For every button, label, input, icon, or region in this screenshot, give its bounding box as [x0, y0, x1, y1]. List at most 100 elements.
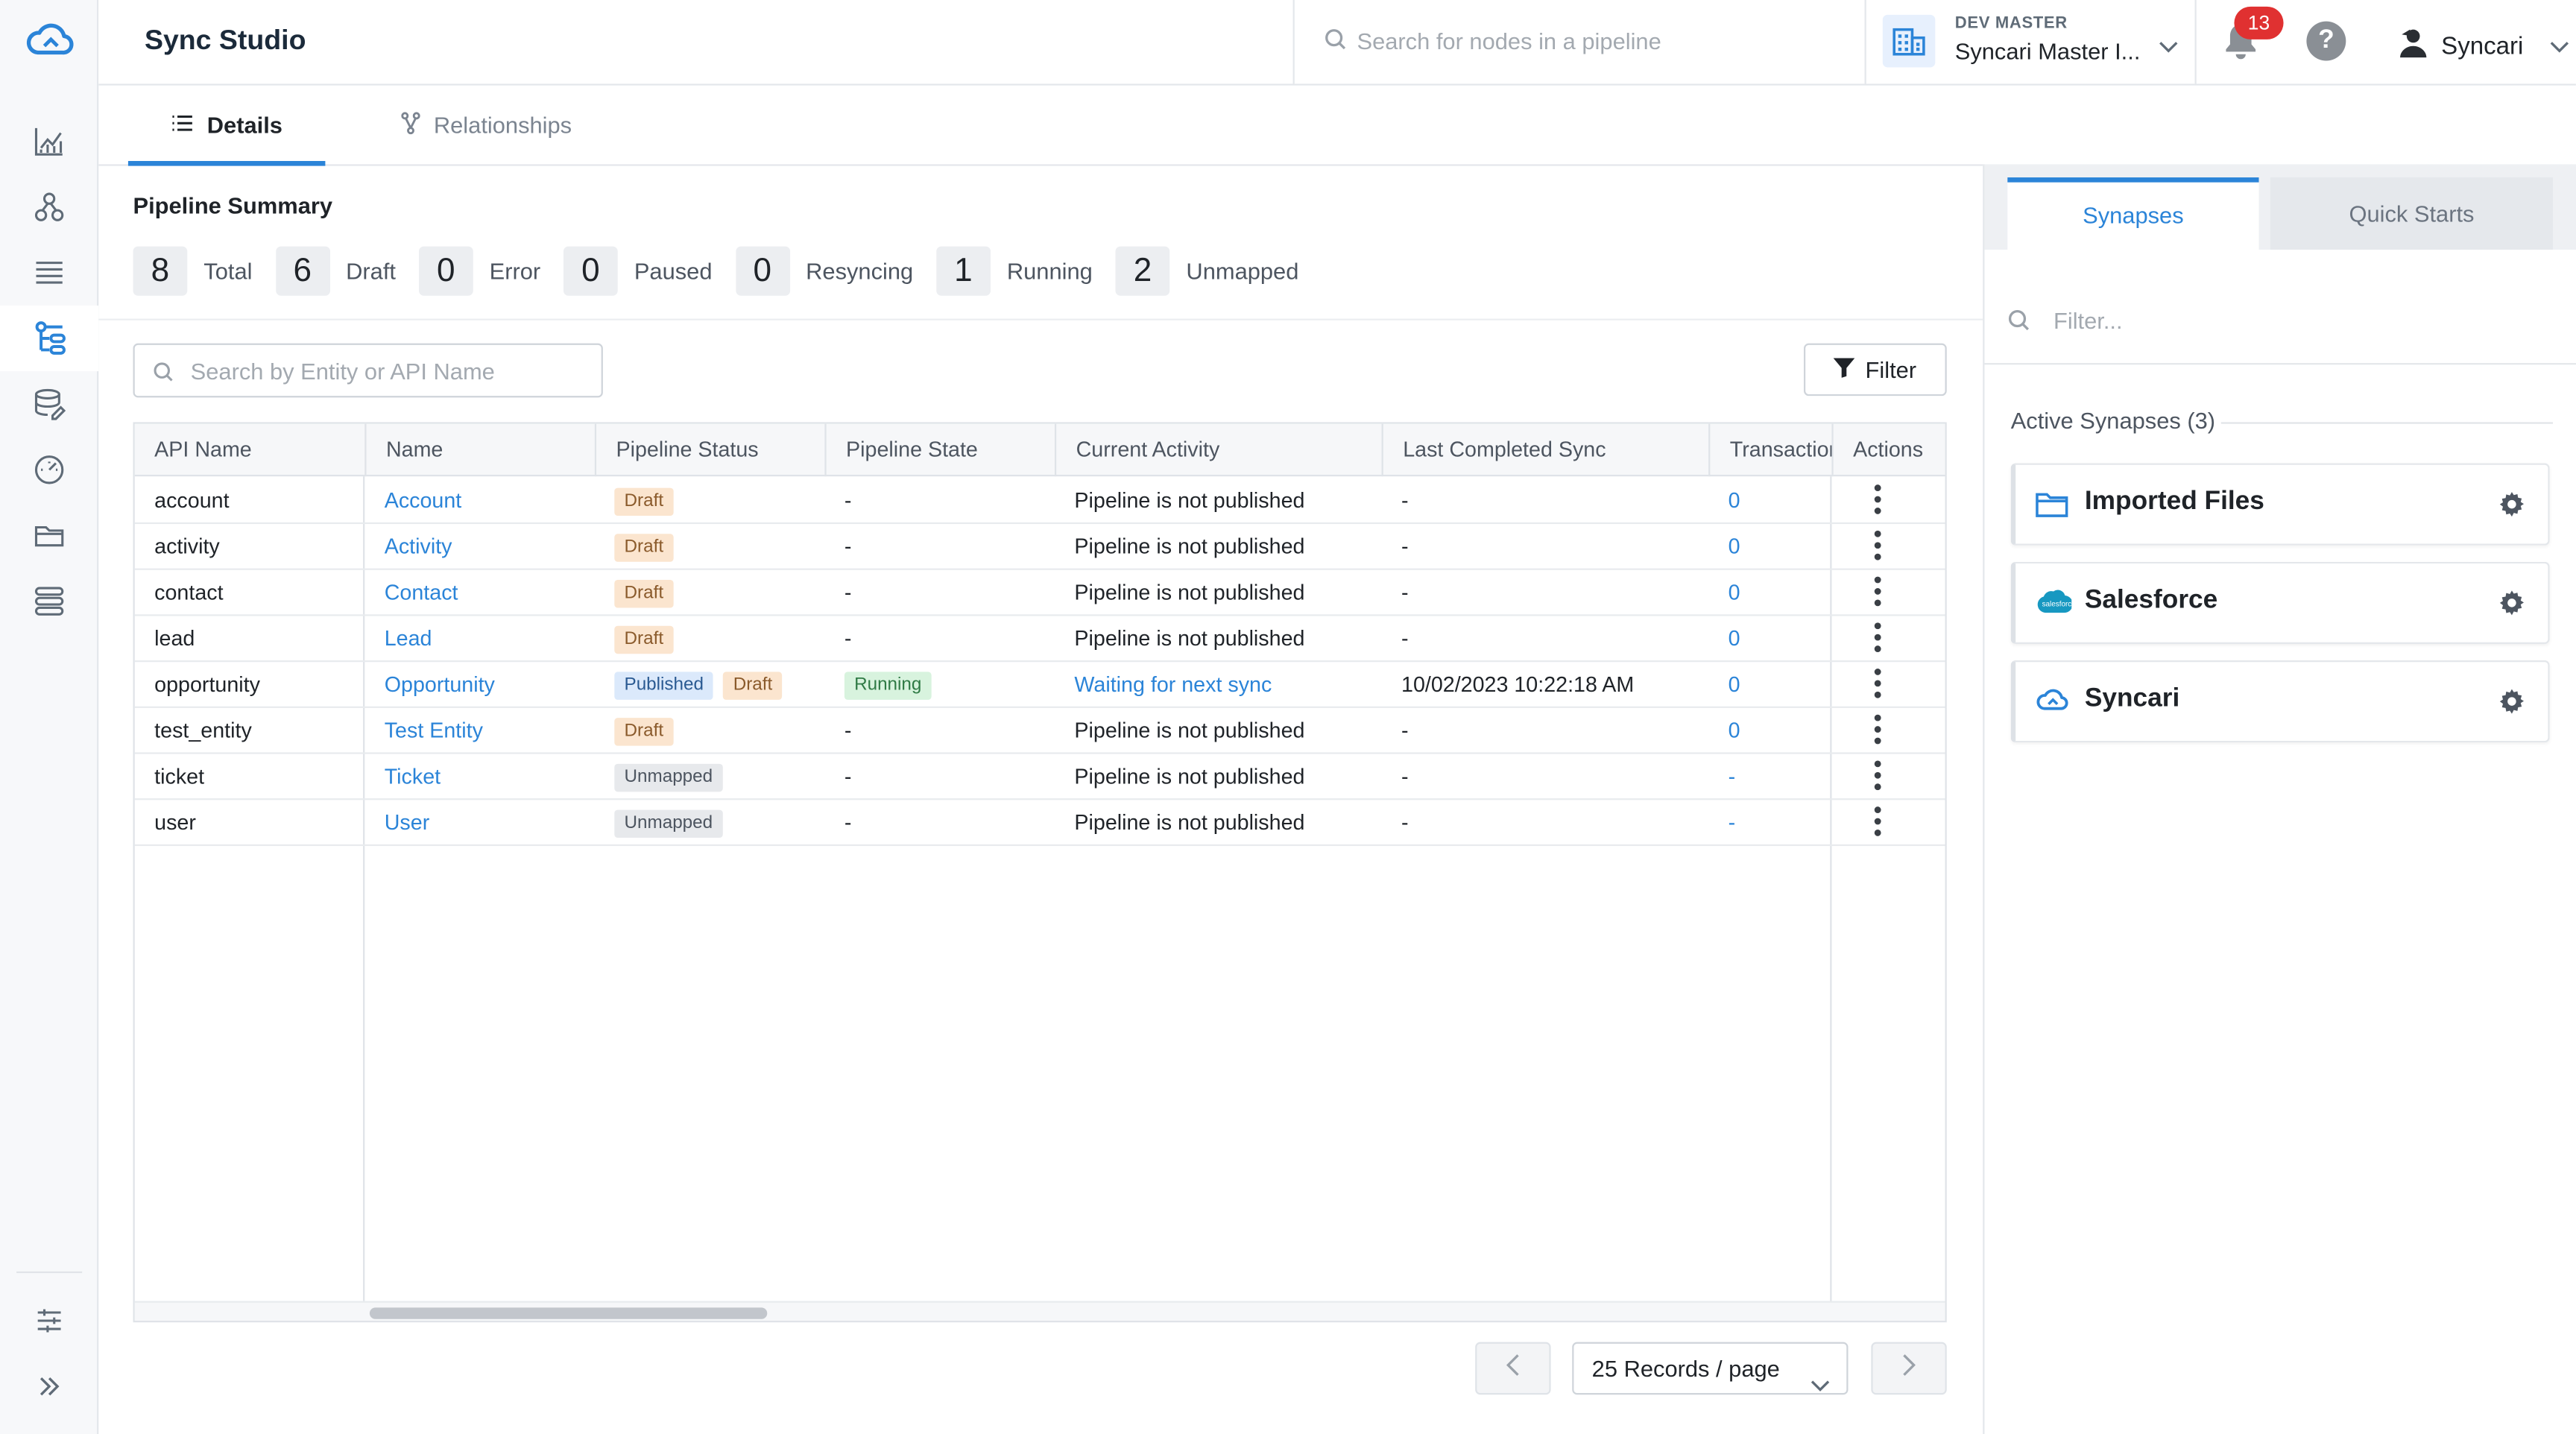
prev-page-button[interactable]: [1475, 1342, 1551, 1395]
transactions-link[interactable]: 0: [1708, 570, 1831, 616]
entity-search-input[interactable]: [190, 356, 585, 386]
current-activity-link[interactable]: Waiting for next sync: [1055, 662, 1382, 708]
entity-name-link[interactable]: Test Entity: [364, 708, 595, 754]
summary-unmapped[interactable]: 2 Unmapped: [1115, 246, 1298, 296]
summary-label: Error: [489, 258, 541, 285]
nav-storage-icon[interactable]: [0, 569, 98, 634]
column-header-name[interactable]: Name: [364, 423, 595, 477]
column-header-current-activity[interactable]: Current Activity: [1054, 423, 1382, 477]
table-row[interactable]: test_entity Test Entity Draft - Pipeline…: [134, 708, 1945, 754]
active-synapses-title: Active Synapses (3): [2010, 407, 2216, 434]
entity-name-link[interactable]: Contact: [364, 570, 595, 616]
transactions-link[interactable]: 0: [1708, 662, 1831, 708]
row-actions-kebab-icon[interactable]: [1873, 576, 1883, 610]
synapse-card-salesforce[interactable]: salesforce Salesforce: [2010, 561, 2550, 644]
summary-resyncing[interactable]: 0 Resyncing: [735, 246, 913, 296]
transactions-link[interactable]: 0: [1708, 478, 1831, 524]
entity-name-link[interactable]: User: [364, 800, 595, 846]
row-actions-kebab-icon[interactable]: [1873, 806, 1883, 839]
column-header-transactions[interactable]: Transactions: [1708, 423, 1831, 477]
nav-monitor-icon[interactable]: [0, 437, 98, 502]
table-row[interactable]: account Account Draft - Pipeline is not …: [134, 478, 1945, 525]
syncari-logo-icon[interactable]: [23, 16, 76, 63]
chevron-down-icon: [1811, 1360, 1830, 1409]
table-row[interactable]: user User Unmapped - Pipeline is not pub…: [134, 800, 1945, 847]
row-actions-kebab-icon[interactable]: [1873, 622, 1883, 655]
tab-synapses[interactable]: Synapses: [2007, 177, 2259, 250]
cell-api-name: opportunity: [154, 672, 260, 697]
table-row[interactable]: opportunity Opportunity Published Draft R…: [134, 662, 1945, 708]
entity-name-link[interactable]: Ticket: [364, 754, 595, 800]
cell-last-sync: -: [1401, 763, 1409, 789]
cell-pipeline-state: Running: [824, 662, 1055, 708]
cell-current-activity: Pipeline is not published: [1074, 625, 1305, 651]
org-switcher[interactable]: DEV MASTER Syncari Master I...: [1866, 0, 2197, 84]
horizontal-scrollbar[interactable]: [134, 1301, 1945, 1321]
column-header-pipeline-state[interactable]: Pipeline State: [824, 423, 1055, 477]
row-actions-kebab-icon[interactable]: [1873, 669, 1883, 701]
column-header-api-name[interactable]: API Name: [135, 424, 365, 477]
synapse-filter-input[interactable]: [2053, 303, 2514, 337]
table-row[interactable]: lead Lead Draft - Pipeline is not publis…: [134, 616, 1945, 663]
tab-details[interactable]: Details: [127, 86, 326, 166]
summary-running[interactable]: 1 Running: [936, 246, 1093, 296]
tab-relationships[interactable]: Relationships: [401, 86, 598, 165]
cell-current-activity: Pipeline is not published: [1074, 487, 1305, 513]
entity-name-link[interactable]: Activity: [364, 524, 595, 570]
transactions-link[interactable]: 0: [1708, 616, 1831, 663]
synapse-filter[interactable]: [1984, 279, 2576, 365]
user-menu[interactable]: Syncari: [2395, 25, 2569, 69]
summary-error[interactable]: 0 Error: [418, 246, 541, 296]
nav-entities-icon[interactable]: [0, 240, 98, 306]
synapse-card-syncari[interactable]: Syncari: [2010, 660, 2550, 743]
gear-icon[interactable]: [2498, 688, 2525, 722]
synapse-name: Imported Files: [2084, 487, 2264, 517]
nav-dashboard-icon[interactable]: [0, 108, 98, 174]
gear-icon[interactable]: [2498, 590, 2525, 624]
entity-search[interactable]: [133, 343, 603, 398]
table-row[interactable]: activity Activity Draft - Pipeline is no…: [134, 524, 1945, 570]
transactions-link[interactable]: -: [1708, 754, 1831, 800]
nav-files-icon[interactable]: [0, 502, 98, 568]
tab-quick-starts[interactable]: Quick Starts: [2270, 177, 2554, 250]
filter-button[interactable]: Filter: [1803, 343, 1947, 397]
cell-last-sync: -: [1401, 625, 1409, 651]
pipeline-node-search[interactable]: [1292, 0, 1866, 84]
transactions-link[interactable]: 0: [1708, 524, 1831, 570]
scrollbar-thumb[interactable]: [369, 1307, 768, 1319]
entity-name-link[interactable]: Opportunity: [364, 662, 595, 708]
cell-api-name: activity: [154, 534, 220, 559]
entity-name-link[interactable]: Lead: [364, 616, 595, 663]
cell-pipeline-state: -: [844, 718, 852, 743]
row-actions-kebab-icon[interactable]: [1873, 760, 1883, 793]
pipeline-node-search-input[interactable]: [1357, 22, 1834, 60]
column-header-pipeline-status[interactable]: Pipeline Status: [594, 423, 825, 477]
synapse-name: Syncari: [2084, 685, 2180, 713]
column-header-last-completed-sync[interactable]: Last Completed Sync: [1381, 423, 1709, 477]
table-row[interactable]: ticket Ticket Unmapped - Pipeline is not…: [134, 754, 1945, 800]
row-actions-kebab-icon[interactable]: [1873, 484, 1883, 517]
row-actions-kebab-icon[interactable]: [1873, 714, 1883, 748]
row-actions-kebab-icon[interactable]: [1873, 530, 1883, 563]
page-size-select[interactable]: 25 Records / page: [1572, 1342, 1849, 1395]
gear-icon[interactable]: [2498, 491, 2525, 525]
transactions-link[interactable]: -: [1708, 800, 1831, 846]
transactions-link[interactable]: 0: [1708, 708, 1831, 754]
pipeline-summary-stats: 8 Total 6 Draft 0 Error 0 Paused 0 Resyncing …: [133, 246, 1322, 296]
expand-rail-icon[interactable]: [0, 1354, 98, 1419]
summary-paused[interactable]: 0 Paused: [564, 246, 713, 296]
cell-pipeline-status: Draft: [595, 616, 825, 663]
synapse-card-imported-files[interactable]: Imported Files: [2010, 463, 2550, 546]
nav-data-studio-icon[interactable]: [0, 371, 98, 437]
nav-settings-sliders-icon[interactable]: [0, 1288, 98, 1354]
help-icon[interactable]: ?: [2306, 21, 2346, 61]
next-page-button[interactable]: [1871, 1342, 1947, 1395]
table-row[interactable]: contact Contact Draft - Pipeline is not …: [134, 570, 1945, 616]
chevron-right-icon: [1902, 1353, 1916, 1384]
nav-sync-studio-icon[interactable]: [0, 305, 99, 372]
summary-total[interactable]: 8 Total: [133, 246, 252, 296]
summary-draft[interactable]: 6 Draft: [275, 246, 396, 296]
nav-schema-icon[interactable]: [0, 174, 98, 240]
entity-name-link[interactable]: Account: [364, 478, 595, 524]
section-divider: [98, 318, 1983, 320]
